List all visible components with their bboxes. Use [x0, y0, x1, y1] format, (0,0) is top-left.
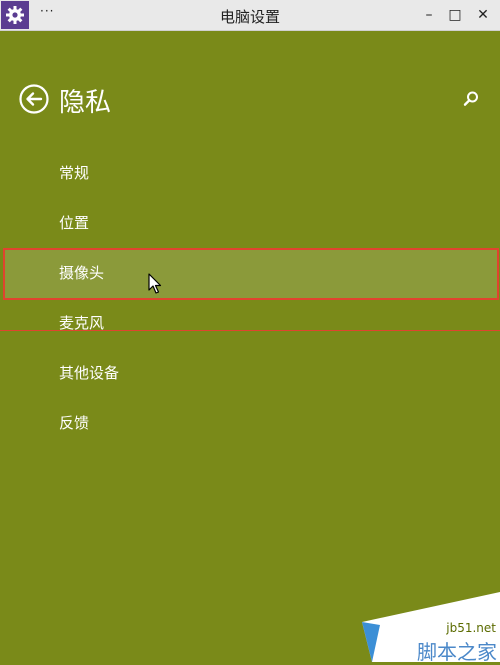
watermark-shape	[362, 592, 500, 662]
watermark-domain: jb51.net	[446, 621, 496, 635]
watermark-text: 脚本之家	[417, 640, 497, 664]
